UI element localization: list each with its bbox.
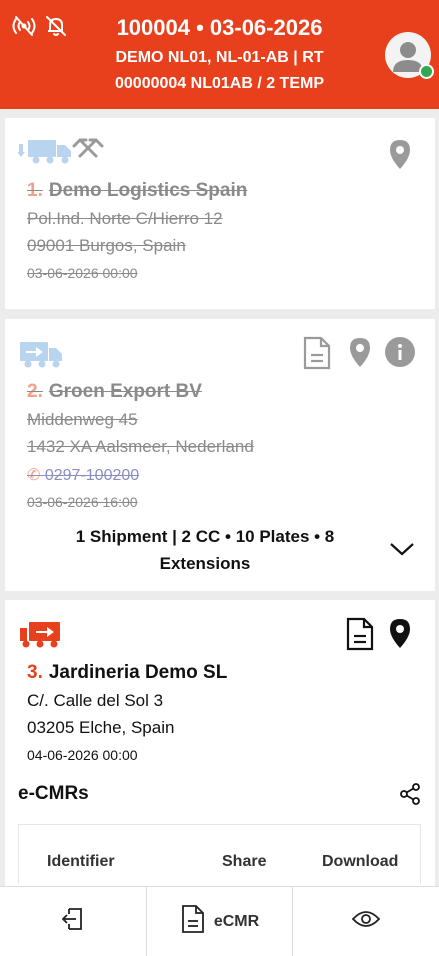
column-share[interactable]: Share xyxy=(222,853,266,871)
stop-date: 03-06-2026 16:00 xyxy=(27,494,138,510)
stop-number: 2. xyxy=(27,381,43,402)
stop-name: 2. Groen Export BV xyxy=(27,381,202,402)
online-status-dot xyxy=(419,64,434,79)
document-icon[interactable] xyxy=(344,617,376,651)
phone-link[interactable]: ✆ 0297-100200 xyxy=(27,465,139,485)
ecmr-section-title: e-CMRs xyxy=(18,783,89,804)
eye-icon xyxy=(351,909,381,934)
stop-address-line2: 09001 Burgos, Spain xyxy=(27,236,186,255)
document-icon xyxy=(180,904,206,939)
stop-name: 1. Demo Logistics Spain xyxy=(27,180,248,201)
trailer-info: 00000004 NL01AB / 2 TEMP xyxy=(115,75,324,92)
stop-address-line1: Middenweg 45 xyxy=(27,410,138,429)
phone-icon: ✆ xyxy=(27,467,41,484)
stop-address-line2: 03205 Elche, Spain xyxy=(27,718,175,737)
stop-number: 1. xyxy=(27,180,43,201)
app-header: 100004 • 03-06-2026 DEMO NL01, NL-01-AB … xyxy=(0,0,439,109)
info-icon[interactable] xyxy=(384,336,416,368)
ecmr-button-label: eCMR xyxy=(213,912,260,930)
document-icon[interactable] xyxy=(301,336,333,370)
chevron-down-icon[interactable] xyxy=(389,541,415,562)
location-pin-icon[interactable] xyxy=(344,336,376,368)
stop-name: 3. Jardineria Demo SL xyxy=(27,662,228,683)
stop-card-2[interactable]: 2. Groen Export BV Middenweg 45 1432 XA A… xyxy=(5,319,435,591)
vehicle-info: DEMO NL01, NL-01-AB | RT xyxy=(115,49,324,66)
truck-unload-icon xyxy=(17,136,108,171)
share-icon[interactable] xyxy=(398,782,422,806)
ecmr-table-header: Identifier Share Download xyxy=(18,824,421,884)
column-identifier[interactable]: Identifier xyxy=(47,853,115,871)
trip-title: 100004 • 03-06-2026 xyxy=(116,15,323,40)
stop-number: 3. xyxy=(27,662,43,683)
stop-card-1[interactable]: 1. Demo Logistics Spain Pol.Ind. Norte C/… xyxy=(5,118,435,309)
stop-date: 04-06-2026 00:00 xyxy=(27,747,138,763)
truck-deliver-icon xyxy=(18,620,66,655)
bottom-nav: eCMR xyxy=(0,886,439,956)
stop-address-line2: 1432 XA Aalsmeer, Nederland xyxy=(27,437,254,456)
truck-load-icon xyxy=(18,340,66,375)
ecmr-button[interactable]: eCMR xyxy=(147,887,294,956)
column-download[interactable]: Download xyxy=(322,853,398,871)
stop-address-line1: Pol.Ind. Norte C/Hierro 12 xyxy=(27,209,223,228)
location-pin-icon[interactable] xyxy=(384,138,416,170)
stop-address-line1: C/. Calle del Sol 3 xyxy=(27,691,164,710)
location-pin-icon[interactable] xyxy=(384,617,416,649)
exit-button[interactable] xyxy=(0,887,147,956)
view-button[interactable] xyxy=(293,887,439,956)
exit-icon xyxy=(59,905,87,938)
shipment-summary: 1 Shipment | 2 CC • 10 Plates • 8 Extens… xyxy=(75,527,335,573)
stop-date: 03-06-2026 00:00 xyxy=(27,265,138,281)
stop-card-3[interactable]: 3. Jardineria Demo SL C/. Calle del Sol 3… xyxy=(5,600,435,900)
